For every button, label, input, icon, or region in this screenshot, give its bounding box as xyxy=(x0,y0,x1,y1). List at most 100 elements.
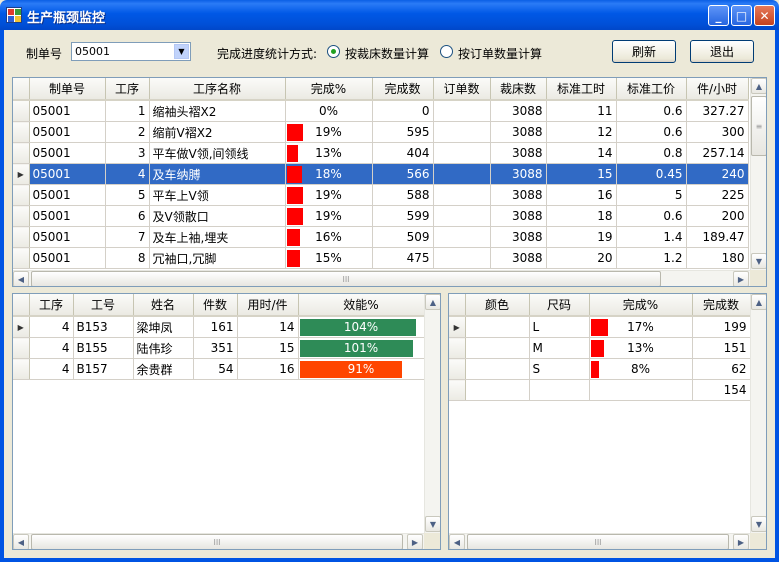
scroll-right-icon[interactable]: ▶ xyxy=(733,534,749,549)
radio-by-order-quantity-label[interactable]: 按订单数量计算 xyxy=(458,45,542,62)
cell-efficiency[interactable]: 101% xyxy=(298,337,425,359)
table-row[interactable]: 05001 8 冗袖口,冗脚 15% 475 3088 20 1.2 180 xyxy=(13,247,749,269)
cell-progress[interactable]: 0% xyxy=(285,100,373,122)
refresh-button[interactable]: 刷新 xyxy=(612,40,676,63)
cell-process-name[interactable]: 缩前V褶X2 xyxy=(149,121,286,143)
cell-process-name[interactable]: 及V领散口 xyxy=(149,205,286,227)
row-header[interactable]: ▶ xyxy=(449,316,466,338)
cell-cut[interactable]: 3088 xyxy=(490,184,547,206)
cell-step[interactable]: 2 xyxy=(105,121,150,143)
cell-progress[interactable]: 19% xyxy=(285,184,373,206)
column-header[interactable]: 件/小时 xyxy=(686,78,749,101)
table-row[interactable]: 4 B157 余贵群 54 16 91% xyxy=(13,358,425,380)
row-header[interactable] xyxy=(13,184,30,206)
scroll-left-icon[interactable]: ◀ xyxy=(449,534,465,549)
maximize-button[interactable]: □ xyxy=(731,5,752,26)
column-header[interactable]: 工序 xyxy=(105,78,150,101)
cell-per-hour[interactable]: 200 xyxy=(686,205,749,227)
cell-std-time[interactable]: 20 xyxy=(546,247,617,269)
column-header[interactable]: 完成数 xyxy=(692,294,751,317)
cell-std-time[interactable]: 16 xyxy=(546,184,617,206)
cell-process-name[interactable]: 平车上V领 xyxy=(149,184,286,206)
cell-done[interactable]: 566 xyxy=(372,163,434,185)
cell-done[interactable]: 151 xyxy=(692,337,751,359)
process-grid-hscroll[interactable]: ◀ III ▶ xyxy=(13,270,750,286)
row-header[interactable] xyxy=(13,337,30,359)
size-grid[interactable]: 颜色 尺码 完成% 完成数 ▶ L 17% 199 M 13% 151 S 8% 62 154 ▲ ▼ ◀… xyxy=(448,293,767,550)
cell-order-qty[interactable] xyxy=(433,163,491,185)
cell-done[interactable]: 404 xyxy=(372,142,434,164)
cell-order-qty[interactable] xyxy=(433,121,491,143)
cell-per-hour[interactable]: 327.27 xyxy=(686,100,749,122)
cell-std-price[interactable]: 1.2 xyxy=(616,247,687,269)
cell-done[interactable]: 62 xyxy=(692,358,751,380)
column-header[interactable]: 用时/件 xyxy=(237,294,299,317)
cell-progress[interactable]: 17% xyxy=(589,316,693,338)
worker-grid-hscroll[interactable]: ◀ III ▶ xyxy=(13,533,424,549)
scroll-down-icon[interactable]: ▼ xyxy=(751,253,766,269)
column-header[interactable]: 完成% xyxy=(589,294,693,317)
cell-order[interactable]: 05001 xyxy=(29,100,106,122)
cell-process-name[interactable]: 及车纳膊 xyxy=(149,163,286,185)
cell-per-hour[interactable]: 300 xyxy=(686,121,749,143)
cell-progress[interactable]: 18% xyxy=(285,163,373,185)
cell-std-time[interactable]: 19 xyxy=(546,226,617,248)
cell-per-hour[interactable]: 180 xyxy=(686,247,749,269)
title-bar[interactable]: 生产瓶颈监控 _ □ ✕ xyxy=(0,0,779,30)
exit-button[interactable]: 退出 xyxy=(690,40,754,63)
cell-order[interactable]: 05001 xyxy=(29,247,106,269)
size-grid-vscroll[interactable]: ▲ ▼ xyxy=(750,294,766,533)
cell-color[interactable] xyxy=(465,358,530,380)
cell-size[interactable]: L xyxy=(529,316,590,338)
cell-std-price[interactable]: 0.6 xyxy=(616,205,687,227)
minimize-button[interactable]: _ xyxy=(708,5,729,26)
table-row[interactable]: ▶ L 17% 199 xyxy=(449,316,751,338)
scroll-up-icon[interactable]: ▲ xyxy=(751,294,766,310)
hscroll-thumb[interactable]: III xyxy=(31,271,661,286)
scroll-down-icon[interactable]: ▼ xyxy=(425,516,440,532)
scroll-left-icon[interactable]: ◀ xyxy=(13,271,29,286)
cell-done[interactable]: 588 xyxy=(372,184,434,206)
cell-order-qty[interactable] xyxy=(433,205,491,227)
row-header[interactable] xyxy=(13,226,30,248)
row-header[interactable]: ▶ xyxy=(13,163,30,185)
row-header[interactable] xyxy=(13,247,30,269)
hscroll-thumb[interactable]: III xyxy=(31,534,403,549)
cell-cut[interactable]: 3088 xyxy=(490,205,547,227)
cell-per-hour[interactable]: 257.14 xyxy=(686,142,749,164)
radio-by-cut-quantity-label[interactable]: 按裁床数量计算 xyxy=(345,45,429,62)
column-header[interactable]: 裁床数 xyxy=(490,78,547,101)
cell-efficiency[interactable]: 104% xyxy=(298,316,425,338)
cell-order[interactable]: 05001 xyxy=(29,142,106,164)
table-row[interactable]: ▶ 4 B153 梁坤凤 161 14 104% xyxy=(13,316,425,338)
table-row[interactable]: ▶ 05001 4 及车纳膊 18% 566 3088 15 0.45 240 xyxy=(13,163,749,185)
column-header[interactable]: 尺码 xyxy=(529,294,590,317)
cell-step[interactable]: 6 xyxy=(105,205,150,227)
cell-std-price[interactable]: 1.4 xyxy=(616,226,687,248)
hscroll-thumb[interactable]: III xyxy=(467,534,729,549)
cell-qty[interactable]: 161 xyxy=(193,316,238,338)
cell-step[interactable]: 4 xyxy=(29,337,74,359)
cell-std-time[interactable]: 11 xyxy=(546,100,617,122)
table-row[interactable]: 05001 7 及车上袖,埋夹 16% 509 3088 19 1.4 189.47 xyxy=(13,226,749,248)
cell-std-time[interactable]: 15 xyxy=(546,163,617,185)
table-row[interactable]: 05001 6 及V领散口 19% 599 3088 18 0.6 200 xyxy=(13,205,749,227)
cell-std-time[interactable]: 12 xyxy=(546,121,617,143)
table-row[interactable]: 05001 1 缩袖头褶X2 0% 0 3088 11 0.6 327.27 xyxy=(13,100,749,122)
cell-std-price[interactable]: 0.6 xyxy=(616,100,687,122)
row-header[interactable] xyxy=(13,205,30,227)
cell-process-name[interactable]: 及车上袖,埋夹 xyxy=(149,226,286,248)
cell-worker-name[interactable]: 梁坤凤 xyxy=(133,316,194,338)
column-header[interactable]: 姓名 xyxy=(133,294,194,317)
row-header[interactable] xyxy=(13,358,30,380)
cell-worker-name[interactable]: 陆伟珍 xyxy=(133,337,194,359)
scroll-right-icon[interactable]: ▶ xyxy=(733,271,749,286)
cell-order[interactable]: 05001 xyxy=(29,163,106,185)
table-row[interactable]: 05001 3 平车做V领,间领线 13% 404 3088 14 0.8 257.14 xyxy=(13,142,749,164)
row-header[interactable]: ▶ xyxy=(13,316,30,338)
column-header[interactable]: 订单数 xyxy=(433,78,491,101)
cell-order-qty[interactable] xyxy=(433,226,491,248)
cell-std-time[interactable]: 18 xyxy=(546,205,617,227)
cell-order-qty[interactable] xyxy=(433,247,491,269)
cell-cut[interactable]: 3088 xyxy=(490,247,547,269)
